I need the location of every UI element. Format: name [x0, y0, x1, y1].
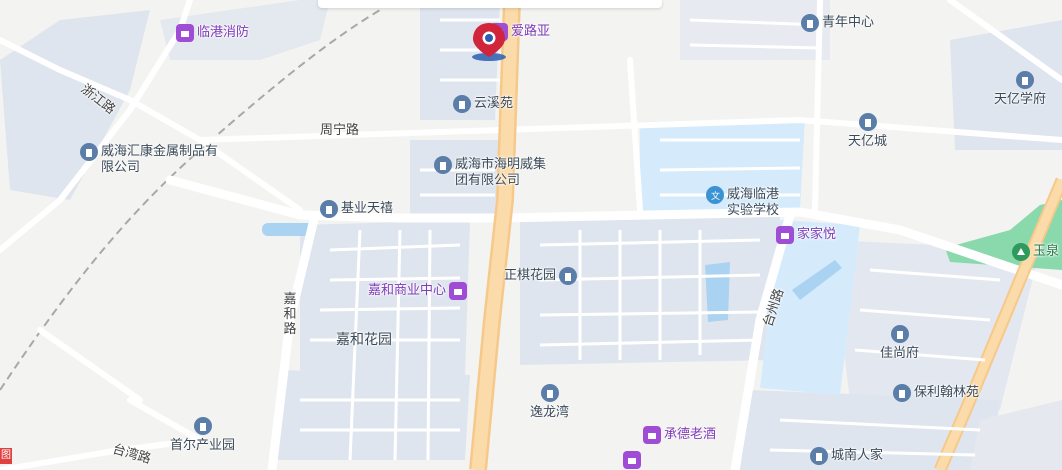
- building-icon: [559, 267, 578, 285]
- poi-yilong[interactable]: 逸龙湾: [530, 384, 569, 421]
- building-icon: [434, 156, 452, 174]
- map-pin-icon: [472, 23, 506, 61]
- park-icon: [1012, 243, 1030, 261]
- building-icon: [893, 384, 911, 402]
- map-view[interactable]: 浙江路 周宁路 嘉和路 台湾路 台州路 临港消防 爱路亚 青年中心 云溪苑 天亿…: [0, 0, 1062, 470]
- poi-tianyi-city[interactable]: 天亿城: [848, 113, 887, 150]
- poi-haiming[interactable]: 威海市海明威集团有限公司: [434, 156, 551, 189]
- svg-text:文: 文: [711, 190, 720, 200]
- poi-chengnan[interactable]: 城南人家: [810, 447, 883, 465]
- building-icon: [890, 325, 909, 343]
- poi-chengde[interactable]: 承德老酒: [643, 426, 716, 444]
- shopping-bag-icon: [776, 226, 794, 244]
- building-icon: [320, 200, 338, 218]
- building-icon: [193, 417, 212, 435]
- building-icon: [810, 447, 828, 465]
- poi-tianyi-school[interactable]: 天亿学府: [994, 71, 1046, 108]
- poi-unnamed-shop[interactable]: [623, 451, 641, 469]
- road-label-jiahe: 嘉和路: [283, 292, 297, 337]
- poi-jiashang[interactable]: 佳尚府: [880, 325, 919, 362]
- poi-lingang-school[interactable]: 文 威海临港实验学校: [706, 186, 791, 219]
- poi-jiahe-center[interactable]: 嘉和商业中心: [368, 282, 468, 300]
- location-marker[interactable]: [470, 22, 508, 62]
- poi-jiye[interactable]: 基业天禧: [320, 200, 393, 218]
- shopping-bag-icon: [643, 426, 661, 444]
- poi-huikang[interactable]: 威海汇康金属制品有限公司: [80, 143, 229, 176]
- edge-map-marker[interactable]: 图: [0, 448, 12, 464]
- poi-yunxi[interactable]: 云溪苑: [453, 95, 513, 113]
- building-icon: [1016, 71, 1034, 89]
- shopping-bag-icon: [449, 282, 468, 300]
- poi-haier[interactable]: 首尔产业园: [170, 417, 235, 454]
- poi-qingnian[interactable]: 青年中心: [801, 14, 874, 32]
- school-icon: 文: [706, 186, 724, 204]
- shopping-bag-icon: [176, 24, 194, 42]
- building-icon: [801, 14, 819, 32]
- building-icon: [540, 384, 559, 402]
- area-label-jiahe-garden: 嘉和花园: [336, 332, 392, 348]
- road-label-zhouning: 周宁路: [320, 123, 360, 138]
- building-icon: [453, 95, 471, 113]
- building-icon: [80, 143, 98, 161]
- poi-jiajiayue[interactable]: 家家悦: [776, 226, 836, 244]
- building-icon: [858, 113, 877, 131]
- shopping-bag-icon: [623, 451, 641, 469]
- poi-baoli[interactable]: 保利翰林苑: [893, 384, 979, 402]
- poi-yuquan[interactable]: 玉泉: [1012, 243, 1059, 261]
- poi-linfang[interactable]: 临港消防: [176, 24, 249, 42]
- map-top-toolbar[interactable]: [318, 0, 662, 8]
- poi-zhengqi[interactable]: 正棋花园: [504, 267, 578, 285]
